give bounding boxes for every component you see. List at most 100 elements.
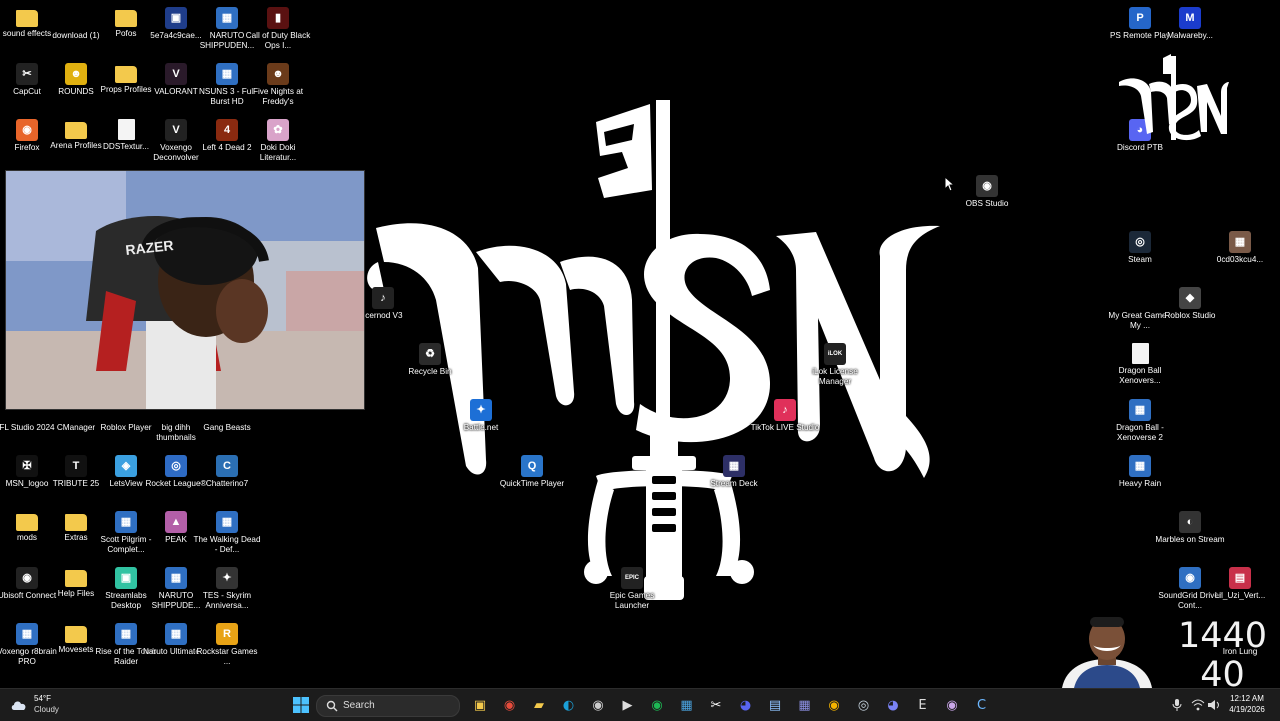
folder-icon: ▰ bbox=[534, 697, 544, 713]
folder-icon bbox=[16, 514, 38, 531]
image-file-icon: ▣ bbox=[165, 7, 187, 29]
mouse-pointer-icon bbox=[944, 176, 956, 192]
file-explorer-icon: ▣ bbox=[473, 697, 487, 713]
taskbar-app-button[interactable]: E bbox=[912, 694, 934, 716]
clock-date: 4/19/2026 bbox=[1229, 705, 1265, 714]
desktop-icon[interactable]: ◎ Steam bbox=[1113, 228, 1167, 282]
rocket-league-icon: ◎ bbox=[165, 455, 187, 477]
taskbar-search[interactable]: Search bbox=[316, 695, 460, 717]
desktop-icon[interactable]: ▦ 0cd03kcu4... bbox=[1213, 228, 1267, 282]
desktop-icon[interactable]: iLOK iLok License Manager bbox=[808, 340, 862, 394]
edge-icon: ◐ bbox=[562, 697, 575, 713]
discord-ptb-icon: ◕ bbox=[887, 697, 899, 713]
app-icon: ◉ bbox=[946, 697, 958, 713]
search-placeholder: Search bbox=[343, 700, 375, 711]
volume-icon[interactable] bbox=[1207, 699, 1221, 711]
epic-games-icon: EPIC bbox=[621, 567, 643, 589]
desktop-icon[interactable]: ✿ Doki Doki Literatur... bbox=[251, 116, 305, 170]
stream-deck-icon: ▦ bbox=[798, 697, 811, 713]
desktop-icon[interactable]: ▦ Stream Deck bbox=[707, 452, 761, 506]
taskbar-app-button[interactable]: ▶ bbox=[617, 694, 639, 716]
streamlabs-icon: ▣ bbox=[115, 567, 137, 589]
epic-games-icon: E bbox=[918, 697, 927, 713]
obs-icon: ◉ bbox=[976, 175, 998, 197]
image-file-icon: ▦ bbox=[1229, 231, 1251, 253]
taskbar-app-button[interactable]: ◉ bbox=[587, 694, 609, 716]
taskbar-app-button[interactable]: ◎ bbox=[853, 694, 875, 716]
start-button[interactable] bbox=[290, 694, 312, 716]
capcut-icon: ✂ bbox=[710, 697, 722, 713]
tiktok-icon: ♪ bbox=[774, 399, 796, 421]
desktop-icon[interactable]: ✦ TES - Skyrim Anniversa... bbox=[200, 564, 254, 618]
desktop-icon[interactable]: ◉ OBS Studio bbox=[960, 172, 1014, 226]
counter-bottom-value: 40 bbox=[1200, 655, 1245, 689]
desktop-icon[interactable]: ♪ TikTok LIVE Studio bbox=[751, 396, 819, 450]
game-shortcut-icon: ▦ bbox=[165, 623, 187, 645]
desktop-icon[interactable]: ▦ Dragon Ball - Xenoverse 2 bbox=[1113, 396, 1167, 450]
desktop-icon[interactable]: ▦ Heavy Rain bbox=[1113, 452, 1167, 506]
taskbar-app-button[interactable]: ◉ bbox=[499, 694, 521, 716]
game-shortcut-icon bbox=[1129, 287, 1151, 309]
folder-icon bbox=[16, 10, 38, 27]
desktop-icon[interactable]: ▦ The Walking Dead - Def... bbox=[193, 508, 261, 562]
desktop-icon[interactable]: R Rockstar Games ... bbox=[197, 620, 257, 674]
desktop-icon[interactable]: EPIC Epic Games Launcher bbox=[605, 564, 659, 618]
weather-condition: Cloudy bbox=[34, 705, 59, 714]
soundgrid-icon: ◉ bbox=[1179, 567, 1201, 589]
taskbar-app-button[interactable]: C bbox=[971, 694, 993, 716]
ilok-icon: iLOK bbox=[824, 343, 846, 365]
ubisoft-icon: ◉ bbox=[16, 567, 38, 589]
taskbar-app-button[interactable]: ◉ bbox=[941, 694, 963, 716]
desktop-icon[interactable]: Dragon Ball Xenovers... bbox=[1113, 340, 1167, 394]
media-player-icon: ▶ bbox=[622, 697, 633, 713]
taskbar-app-button[interactable]: ◉ bbox=[823, 694, 845, 716]
folder-icon bbox=[65, 122, 87, 139]
chatterino-icon: C bbox=[976, 697, 987, 713]
spotify-icon: ◉ bbox=[651, 697, 663, 713]
taskbar-app-button[interactable]: ▤ bbox=[764, 694, 786, 716]
desktop-icon[interactable]: ☻ Five Nights at Freddy's bbox=[251, 60, 305, 114]
taskbar-app-button[interactable]: ▦ bbox=[676, 694, 698, 716]
letsview-icon: ◈ bbox=[115, 455, 137, 477]
file-icon bbox=[1131, 343, 1149, 364]
taskbar-app-button[interactable]: ◕ bbox=[735, 694, 757, 716]
desktop-icon[interactable]: ✦ Battle.net bbox=[454, 396, 508, 450]
quicktime-icon: Q bbox=[521, 455, 543, 477]
game-shortcut-icon: 4 bbox=[216, 119, 238, 141]
msn-logo-overlay bbox=[1119, 54, 1229, 141]
taskbar-app-button[interactable]: ▰ bbox=[528, 694, 550, 716]
clock-time: 12:12 AM bbox=[1230, 694, 1264, 703]
taskbar-clock[interactable]: 12:12 AM 4/19/2026 bbox=[1220, 693, 1274, 715]
taskbar-app-button[interactable]: ◉ bbox=[646, 694, 668, 716]
peak-icon: ▲ bbox=[165, 511, 187, 533]
desktop-icon[interactable]: M Malwareby... bbox=[1163, 4, 1217, 58]
webcam-feed: RAZER bbox=[6, 171, 364, 409]
taskbar-app-button[interactable]: ◐ bbox=[558, 694, 580, 716]
desktop-icon[interactable]: ▤ Lil_Uzi_Vert... bbox=[1213, 564, 1267, 618]
wifi-icon[interactable] bbox=[1191, 699, 1205, 711]
chatterino-icon: C bbox=[216, 455, 238, 477]
folder-icon bbox=[115, 66, 137, 83]
desktop-icon[interactable]: ◐ Marbles on Stream bbox=[1155, 508, 1225, 562]
steam-icon: ◎ bbox=[857, 697, 870, 713]
desktop-icon[interactable]: C Chatterino7 bbox=[200, 452, 254, 506]
folder-icon bbox=[65, 514, 87, 531]
taskbar-app-button[interactable]: ✂ bbox=[705, 694, 727, 716]
chrome-icon: ◉ bbox=[503, 697, 516, 713]
desktop-icon[interactable]: ◆ Roblox Studio bbox=[1163, 284, 1217, 338]
taskbar-app-button[interactable]: ▦ bbox=[794, 694, 816, 716]
search-icon bbox=[326, 700, 338, 712]
desktop-icon[interactable]: Q QuickTime Player bbox=[500, 452, 564, 506]
desktop[interactable]: sound effects download (1) Pofos ▣ 5e7a4c… bbox=[0, 0, 1280, 688]
counter-top-value: 1440 bbox=[1177, 616, 1268, 656]
desktop-icon[interactable]: ▮ Call of Duty Black Ops I... bbox=[246, 4, 310, 58]
taskbar: 54°F Cloudy Search ▣ ◉ ▰ ◐ ◉ ▶ ◉ ▦ ✂ ◕ ▤ ▦ ◉ ◎ ◕ E ◉ C 12… bbox=[0, 688, 1280, 721]
game-shortcut-icon: ▦ bbox=[1129, 455, 1151, 477]
score-counter: 1440 40 bbox=[1170, 616, 1275, 689]
folder-icon bbox=[115, 10, 137, 27]
game-shortcut-icon: ▦ bbox=[216, 63, 238, 85]
microphone-icon[interactable] bbox=[1172, 699, 1182, 711]
taskbar-app-button[interactable]: ▣ bbox=[469, 694, 491, 716]
desktop-icon[interactable]: ♻ Recycle Bin bbox=[403, 340, 457, 394]
taskbar-app-button[interactable]: ◕ bbox=[882, 694, 904, 716]
